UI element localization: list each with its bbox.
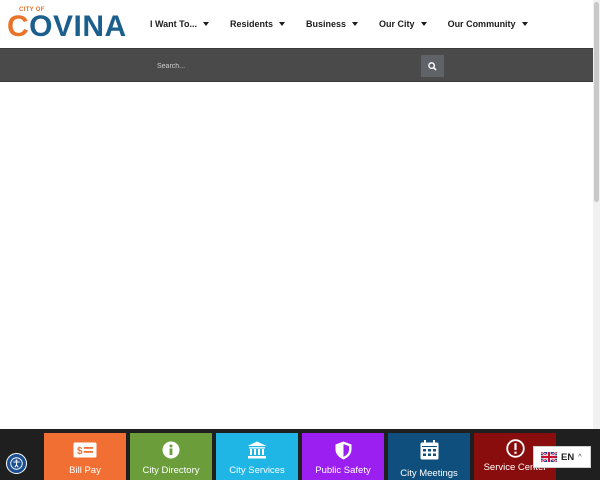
accessibility-icon bbox=[10, 457, 23, 470]
quick-link-bill-pay[interactable]: $ Bill Pay bbox=[44, 433, 126, 480]
quick-link-label: City Meetings bbox=[400, 468, 458, 479]
quick-link-label: Bill Pay bbox=[69, 465, 101, 476]
quick-link-city-meetings[interactable]: City Meetings bbox=[388, 433, 470, 480]
quick-link-public-safety[interactable]: Public Safety bbox=[302, 433, 384, 480]
language-code: EN bbox=[561, 451, 575, 463]
nav-label: Residents bbox=[230, 19, 274, 29]
alert-icon bbox=[505, 438, 525, 458]
caret-down-icon bbox=[203, 22, 209, 26]
search-icon bbox=[428, 61, 437, 71]
search-input[interactable] bbox=[150, 55, 420, 77]
nav-business[interactable]: Business bbox=[306, 19, 359, 29]
logo-rest: OVINA bbox=[29, 10, 127, 43]
page: CITY OF COVINA I Want To... Residents Bu… bbox=[0, 0, 600, 480]
quick-link-city-services[interactable]: City Services bbox=[216, 433, 298, 480]
site-header: CITY OF COVINA I Want To... Residents Bu… bbox=[0, 0, 593, 48]
nav-residents[interactable]: Residents bbox=[230, 19, 286, 29]
accessibility-button[interactable] bbox=[6, 453, 27, 474]
caret-down-icon bbox=[420, 22, 427, 26]
svg-text:$: $ bbox=[77, 446, 83, 457]
quick-link-city-directory[interactable]: City Directory bbox=[130, 433, 212, 480]
logo-first-letter: C bbox=[7, 10, 30, 43]
shield-icon bbox=[335, 441, 351, 459]
caret-down-icon bbox=[352, 22, 359, 26]
nav-label: Our City bbox=[379, 19, 415, 29]
nav-our-community[interactable]: Our Community bbox=[448, 19, 528, 29]
building-icon bbox=[247, 441, 267, 459]
caret-down-icon bbox=[521, 22, 528, 26]
logo-wordmark: COVINA bbox=[7, 11, 127, 43]
quick-link-label: City Services bbox=[229, 465, 285, 476]
nav-label: I Want To... bbox=[150, 19, 197, 29]
covina-logo[interactable]: CITY OF COVINA bbox=[7, 7, 137, 43]
quick-link-label: City Directory bbox=[142, 465, 200, 476]
info-icon bbox=[162, 441, 180, 459]
search-bar bbox=[0, 48, 593, 82]
nav-label: Business bbox=[306, 19, 347, 29]
nav-our-city[interactable]: Our City bbox=[379, 19, 427, 29]
caret-down-icon bbox=[279, 22, 286, 26]
language-selector[interactable]: EN ^ bbox=[533, 446, 591, 468]
calendar-icon bbox=[420, 440, 438, 460]
scrollbar-thumb[interactable] bbox=[594, 2, 599, 202]
main-nav: I Want To... Residents Business Our City… bbox=[150, 0, 549, 48]
search-button[interactable] bbox=[421, 55, 444, 77]
nav-i-want-to[interactable]: I Want To... bbox=[150, 19, 209, 29]
uk-flag-icon bbox=[541, 452, 557, 462]
chevron-up-icon: ^ bbox=[578, 453, 582, 461]
quick-link-label: Public Safety bbox=[315, 465, 371, 476]
nav-label: Our Community bbox=[447, 19, 516, 29]
bill-icon: $ bbox=[73, 442, 97, 458]
